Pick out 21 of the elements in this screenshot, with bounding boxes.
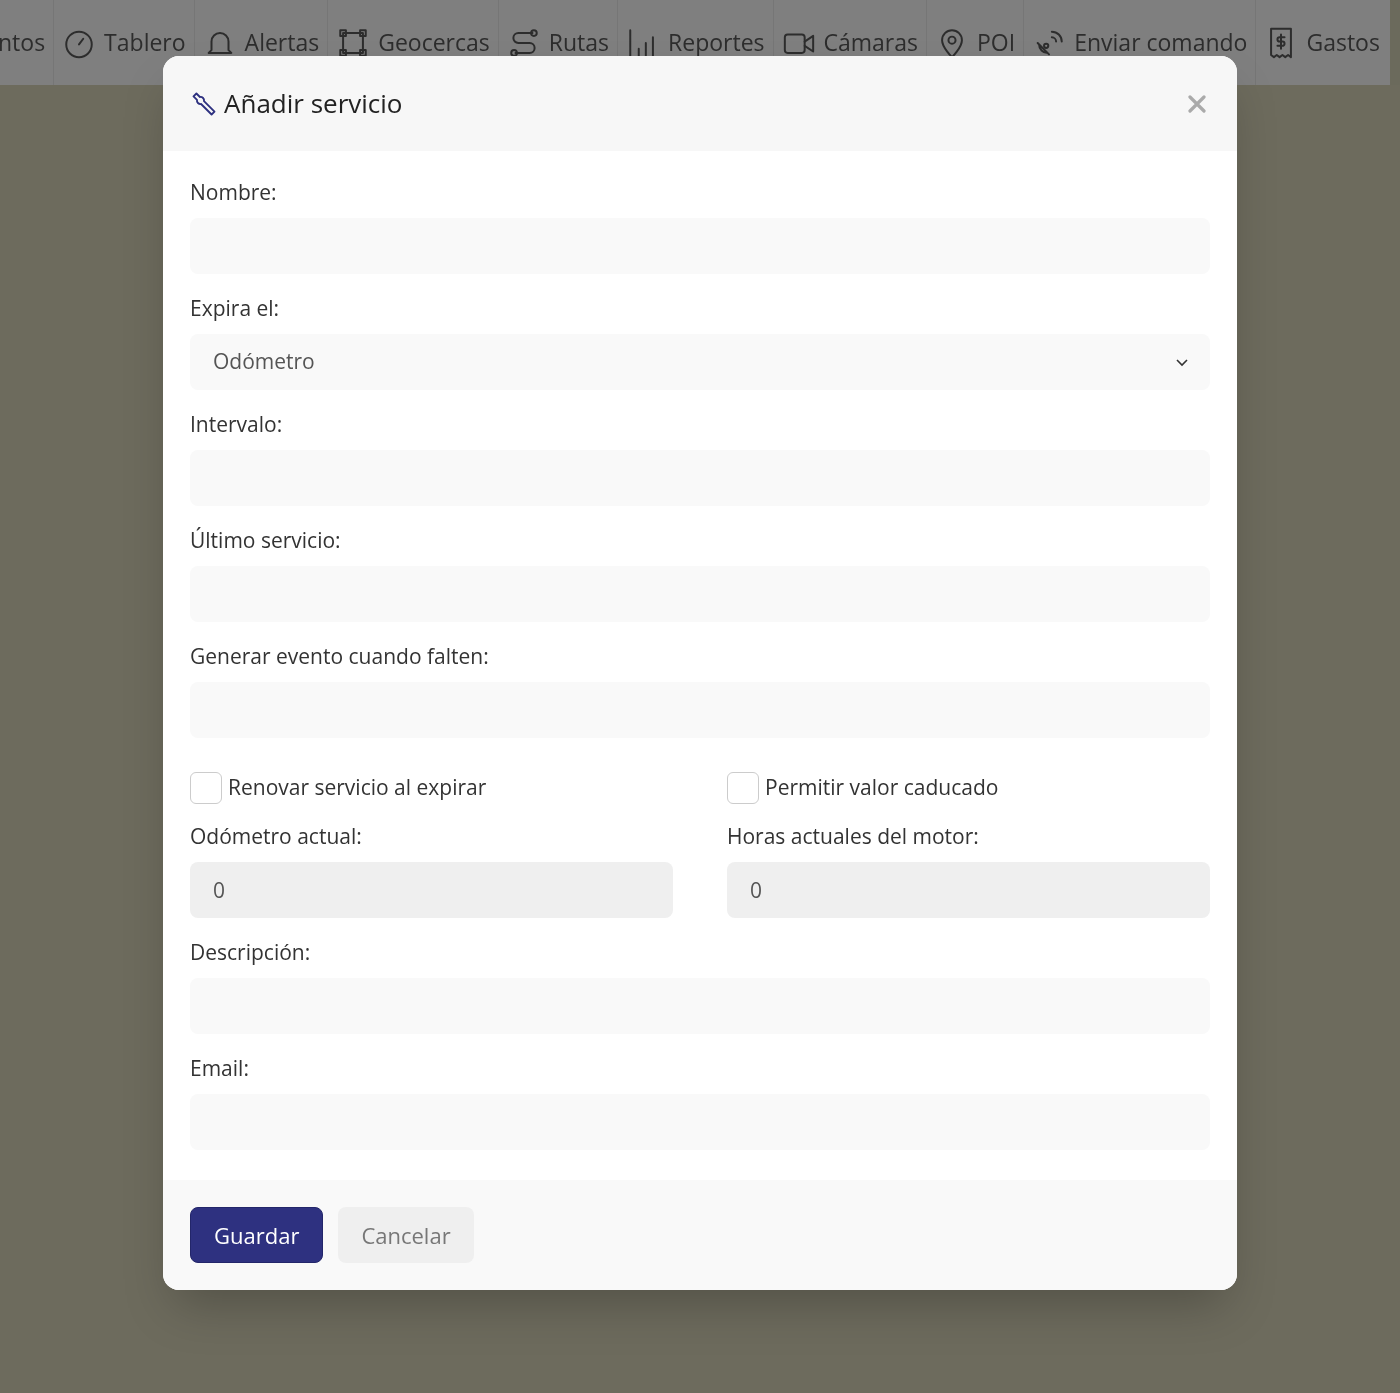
- field-label: Descripción:: [190, 939, 312, 965]
- field-label: Odómetro actual:: [190, 823, 363, 849]
- field-label: Último servicio:: [190, 527, 342, 553]
- cancel-button[interactable]: Cancelar: [338, 1207, 474, 1263]
- nav-item[interactable]: Gastos: [1255, 0, 1388, 85]
- nav-item[interactable]: ntos: [0, 0, 54, 85]
- close-icon: [1188, 94, 1206, 113]
- field-label: Horas actuales del motor:: [727, 823, 980, 849]
- save-button[interactable]: Guardar: [190, 1207, 324, 1263]
- field-label: Email:: [190, 1055, 250, 1081]
- select-dropdown[interactable]: Odómetro: [190, 334, 1210, 390]
- checkbox-label: Permitir valor caducado: [765, 772, 999, 804]
- field-label: Expira el:: [190, 295, 281, 321]
- chevron-down-icon: [1175, 357, 1189, 367]
- field-label: Generar evento cuando falten:: [190, 643, 490, 669]
- checkbox-label: Renovar servicio al expirar: [228, 772, 487, 804]
- field-label: Intervalo:: [190, 411, 284, 437]
- checkbox[interactable]: [190, 772, 222, 804]
- field-label: Nombre:: [190, 179, 278, 205]
- dialog-title: Añadir servicio: [224, 84, 403, 123]
- checkbox[interactable]: [727, 772, 759, 804]
